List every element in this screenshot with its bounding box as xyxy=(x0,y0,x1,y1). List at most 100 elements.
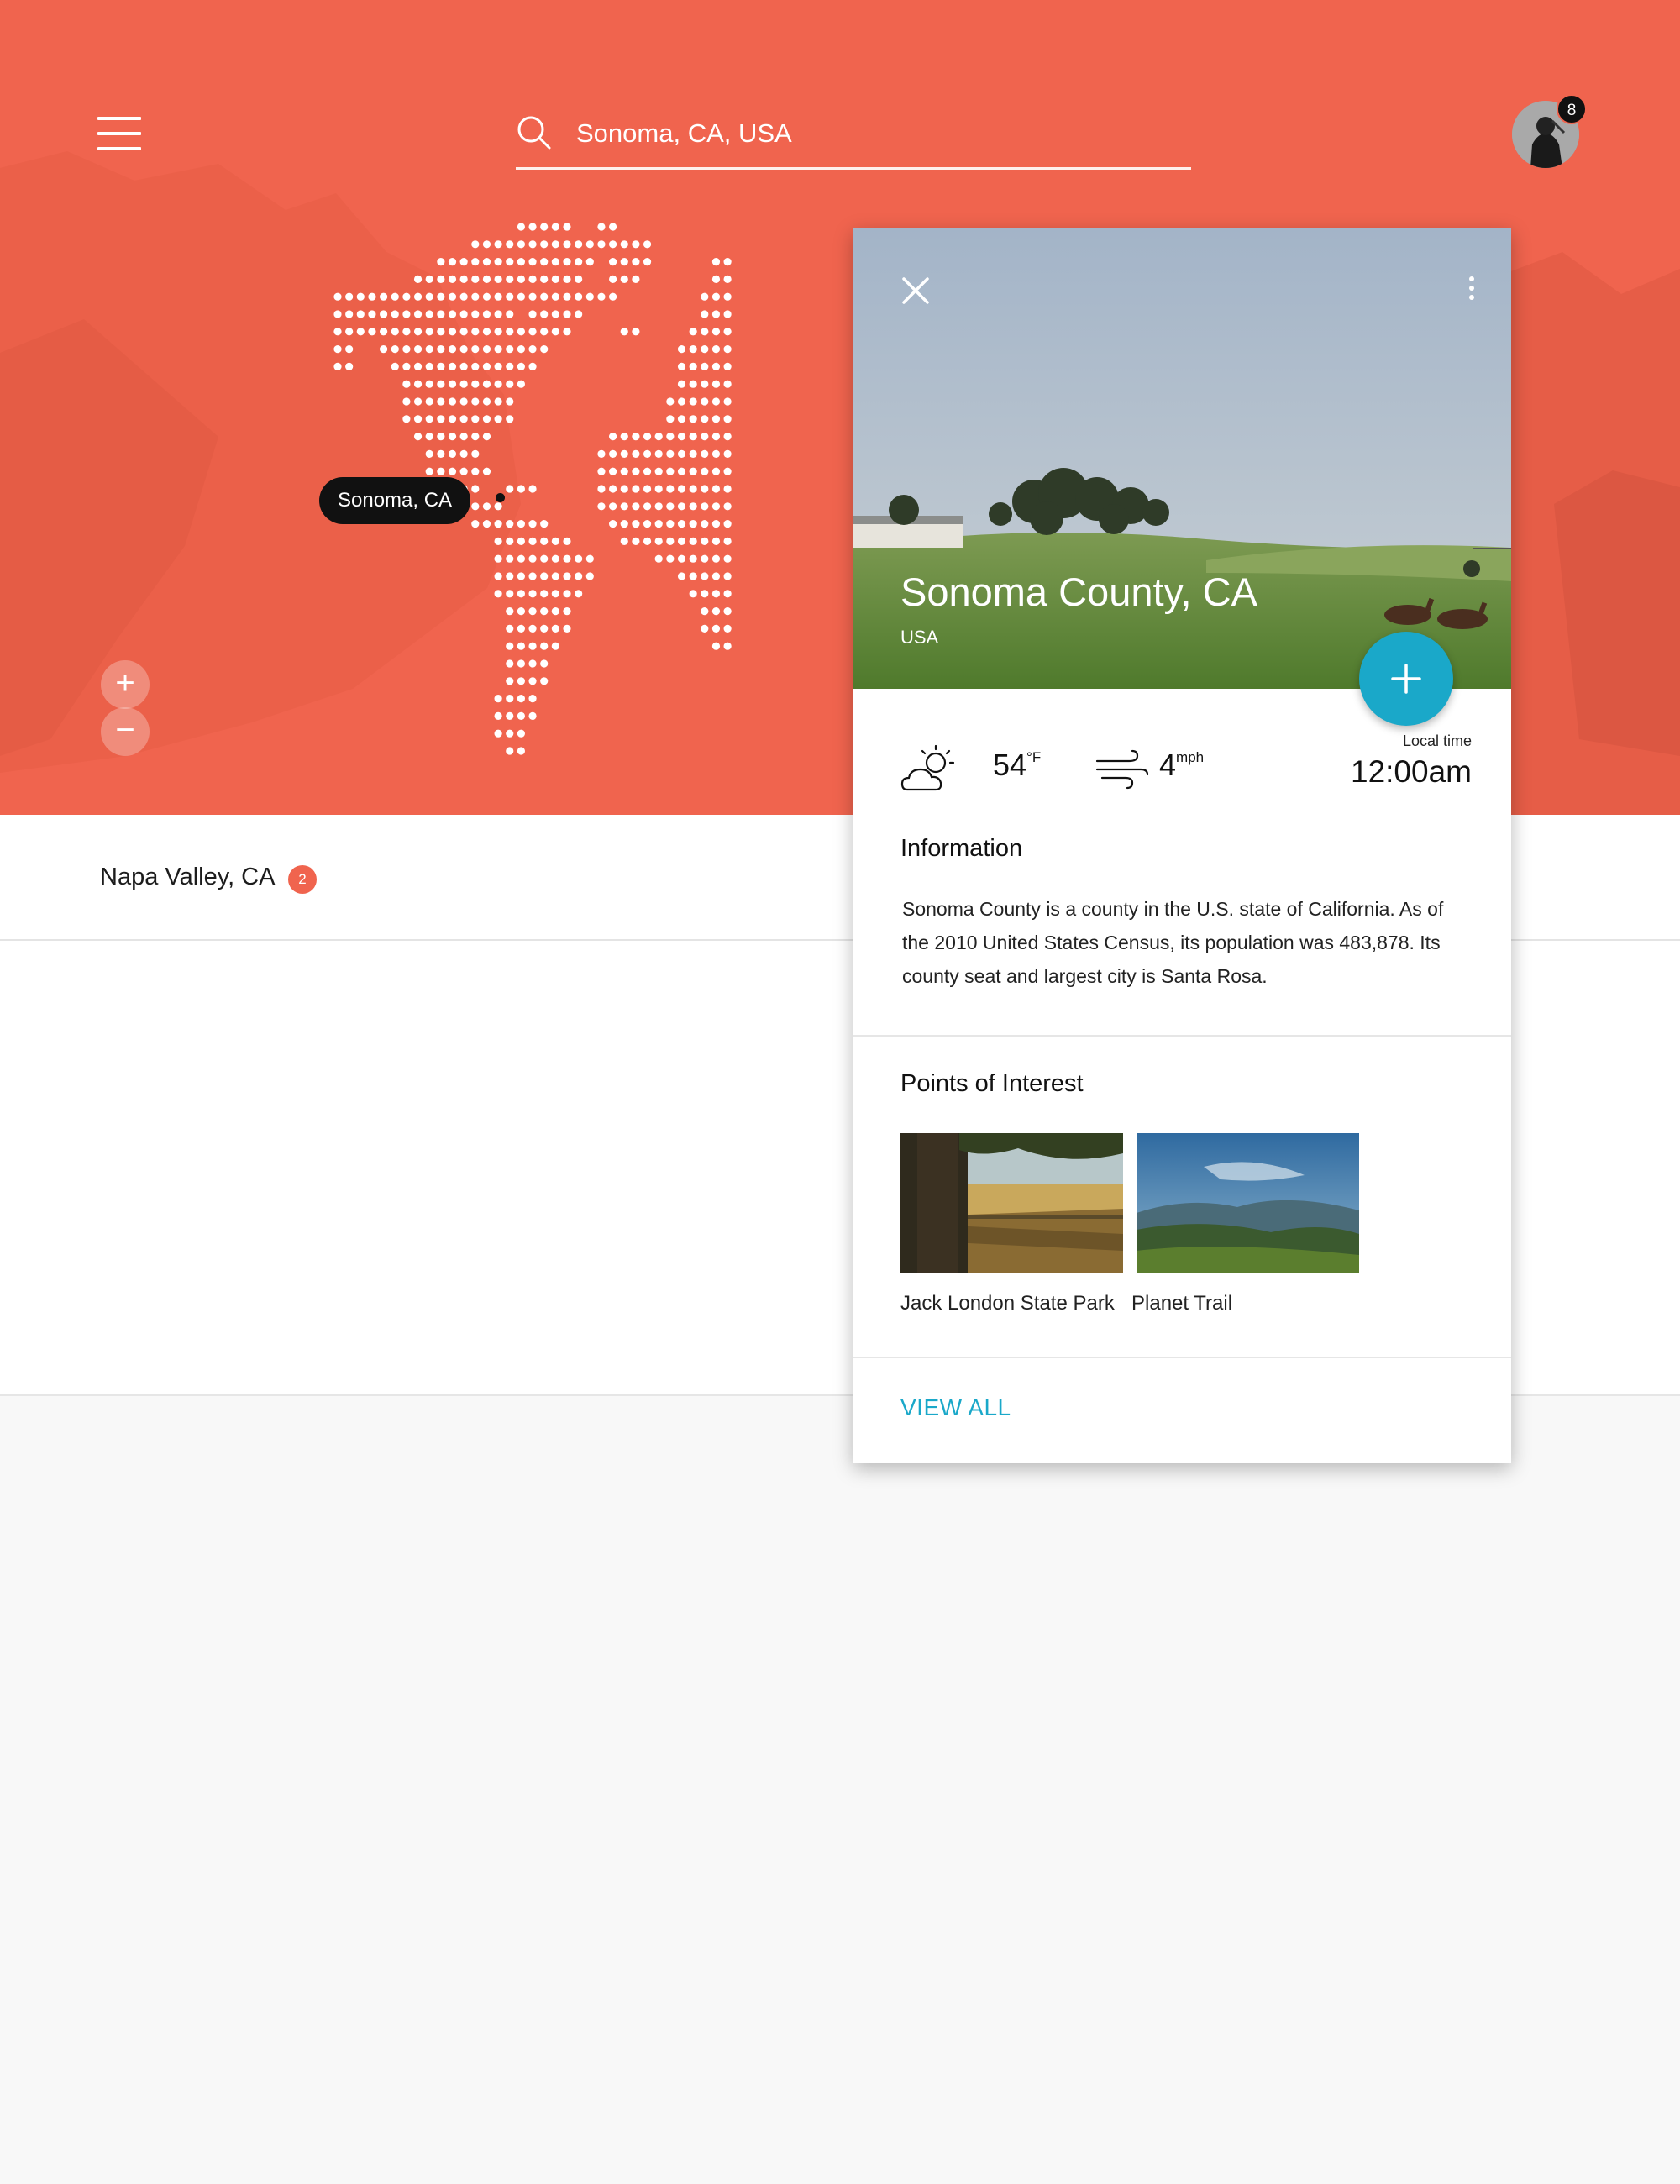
map-dot xyxy=(654,449,663,458)
map-dot xyxy=(402,415,411,423)
map-dot xyxy=(723,362,732,370)
map-dot xyxy=(689,362,697,370)
map-dot xyxy=(517,485,525,493)
map-dot xyxy=(666,415,675,423)
map-dot xyxy=(711,449,721,458)
menu-icon-bar xyxy=(97,147,141,150)
poi-label[interactable]: Jack London State Park xyxy=(900,1292,1115,1315)
map-dot xyxy=(506,677,514,685)
map-dot xyxy=(654,485,663,493)
map-dot xyxy=(689,467,697,475)
map-dot xyxy=(632,485,640,493)
map-dot xyxy=(528,258,537,266)
map-dot xyxy=(723,258,732,266)
poi-thumbnail-jack-london[interactable] xyxy=(900,1133,1123,1273)
map-dot xyxy=(609,449,617,458)
map-dot xyxy=(471,362,480,370)
map-dot xyxy=(528,607,537,616)
information-text: Sonoma County is a county in the U.S. st… xyxy=(902,898,1444,987)
map-dot xyxy=(551,642,559,650)
map-dot xyxy=(723,328,732,336)
map-dot xyxy=(333,362,342,370)
map-dot xyxy=(517,240,525,249)
map-dot xyxy=(459,258,468,266)
menu-button[interactable] xyxy=(97,115,141,152)
map-location-label[interactable]: Sonoma, CA xyxy=(319,477,471,524)
map-dot xyxy=(689,380,697,388)
map-dot xyxy=(356,328,365,336)
map-dot xyxy=(528,328,537,336)
map-dot xyxy=(517,292,525,301)
map-dot xyxy=(380,310,388,318)
map-dot xyxy=(689,590,697,598)
poi-label[interactable]: Planet Trail xyxy=(1131,1292,1232,1315)
add-button[interactable] xyxy=(1359,632,1453,726)
map-dot xyxy=(448,345,457,354)
map-dot xyxy=(540,642,549,650)
map-dot xyxy=(506,607,514,616)
map-dot xyxy=(448,362,457,370)
map-dot xyxy=(711,433,721,441)
map-dot xyxy=(701,292,709,301)
map-dot xyxy=(506,642,514,650)
map-dot xyxy=(551,624,559,633)
map-dot xyxy=(620,520,628,528)
map-dot xyxy=(540,659,549,668)
map-dot xyxy=(494,292,502,301)
map-dot xyxy=(711,485,721,493)
map-dot xyxy=(643,537,652,545)
search-bar[interactable] xyxy=(516,109,1191,170)
view-all-button[interactable]: VIEW ALL xyxy=(900,1394,1011,1421)
map-dot xyxy=(711,502,721,511)
map-dot xyxy=(528,642,537,650)
map-dot xyxy=(482,380,491,388)
map-dot xyxy=(551,537,559,545)
map-location-marker[interactable] xyxy=(496,493,505,502)
map-dot xyxy=(711,380,721,388)
map-dot xyxy=(413,362,423,370)
map-dot xyxy=(723,449,732,458)
map-dot xyxy=(711,554,721,563)
map-dot xyxy=(723,554,732,563)
map-dot xyxy=(425,397,433,406)
points-of-interest-heading: Points of Interest xyxy=(900,1070,1084,1097)
map-dot xyxy=(448,258,457,266)
map-dot xyxy=(528,485,537,493)
map-dot xyxy=(643,433,652,441)
zoom-out-button[interactable]: − xyxy=(101,707,150,756)
map-dot xyxy=(413,345,423,354)
map-dot xyxy=(402,380,411,388)
close-icon[interactable] xyxy=(900,276,931,306)
poi-thumbnail-planet-trail[interactable] xyxy=(1137,1133,1359,1273)
more-vert-icon[interactable] xyxy=(1455,272,1488,309)
map-dot xyxy=(471,240,480,249)
map-dot xyxy=(643,467,652,475)
map-dot xyxy=(723,415,732,423)
map-dot xyxy=(563,590,571,598)
map-dot xyxy=(701,345,709,354)
map-dot xyxy=(609,433,617,441)
map-dot xyxy=(597,467,606,475)
map-dot xyxy=(701,310,709,318)
map-dot xyxy=(517,537,525,545)
map-dot xyxy=(620,449,628,458)
menu-icon-bar xyxy=(97,132,141,135)
map-dot xyxy=(437,258,445,266)
map-dot xyxy=(506,328,514,336)
map-dot xyxy=(506,624,514,633)
search-input[interactable] xyxy=(576,113,1164,155)
map-dot xyxy=(666,537,675,545)
map-dot xyxy=(345,345,354,354)
zoom-in-button[interactable]: + xyxy=(101,660,150,709)
divider xyxy=(853,1035,1511,1037)
search-icon[interactable] xyxy=(516,114,553,151)
map-dot xyxy=(677,362,686,370)
map-dot xyxy=(413,328,423,336)
wind-speed-unit: mph xyxy=(1176,749,1205,765)
map-dot xyxy=(551,607,559,616)
map-dot xyxy=(711,328,721,336)
notification-badge: 8 xyxy=(1557,94,1587,124)
map-dot xyxy=(413,433,423,441)
map-dot xyxy=(517,747,525,755)
map-dot xyxy=(482,433,491,441)
